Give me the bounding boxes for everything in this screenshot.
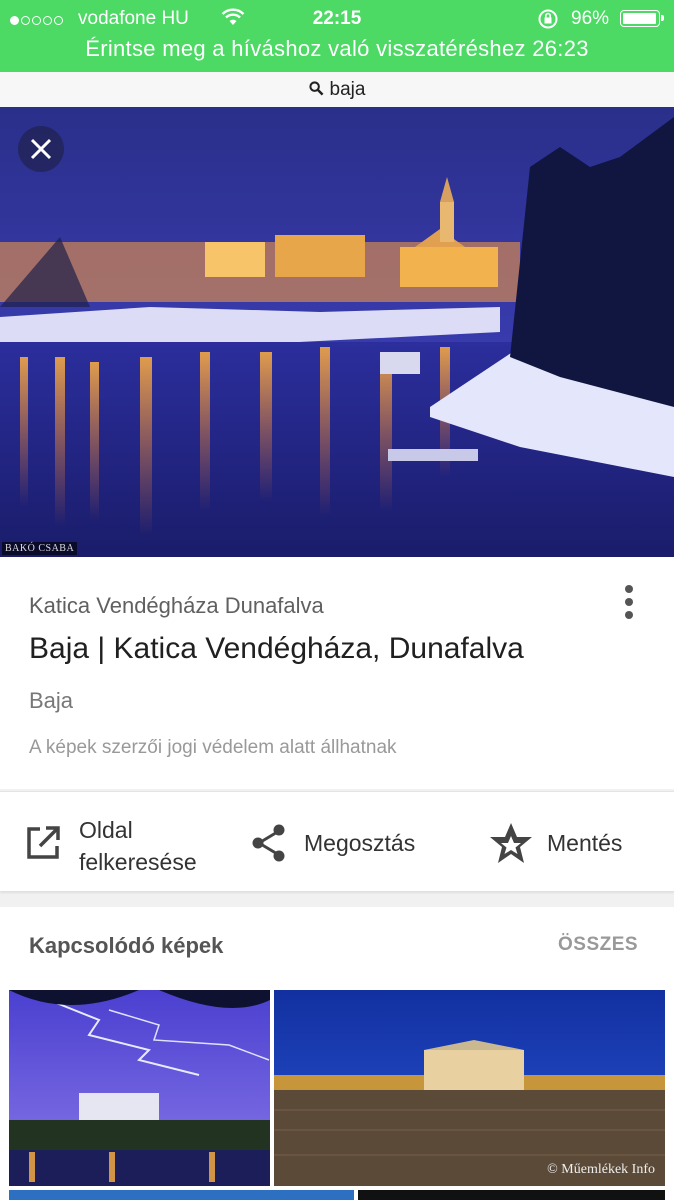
open-in-new-icon bbox=[27, 826, 60, 859]
share-label: Megosztás bbox=[304, 830, 416, 856]
result-title[interactable]: Baja | Katica Vendégháza, Dunafalva bbox=[29, 632, 524, 666]
return-to-call-banner[interactable]: Érintse meg a híváshoz való visszatérésh… bbox=[0, 36, 674, 62]
related-thumb-3[interactable] bbox=[9, 1190, 354, 1200]
related-thumb-lightning[interactable] bbox=[9, 990, 270, 1186]
search-query-bar[interactable]: baja bbox=[0, 72, 674, 107]
close-button[interactable] bbox=[18, 126, 64, 172]
more-options-button[interactable] bbox=[619, 585, 639, 625]
star-badge-icon bbox=[490, 823, 532, 863]
search-query-text: baja bbox=[329, 79, 366, 100]
save-button[interactable]: Mentés bbox=[488, 792, 668, 891]
more-vert-icon bbox=[619, 585, 639, 619]
night-river-photo bbox=[0, 107, 674, 557]
related-images-heading: Kapcsolódó képek bbox=[29, 933, 224, 958]
share-button[interactable]: Megosztás bbox=[250, 792, 450, 891]
status-bar: vodafone HU 22:15 96% Érintse meg a hívá… bbox=[0, 0, 674, 72]
battery-percentage: 96% bbox=[571, 8, 610, 29]
show-all-link[interactable]: ÖSSZES bbox=[558, 934, 638, 956]
related-thumb-square[interactable]: © Műemlékek Info bbox=[274, 990, 665, 1186]
hero-image[interactable]: BAKÓ CSABA bbox=[0, 107, 674, 557]
related-images-section: Kapcsolódó képek ÖSSZES © Műemlékek Info bbox=[0, 907, 674, 1200]
save-label: Mentés bbox=[547, 830, 623, 856]
visit-label-line1: Oldal bbox=[79, 817, 133, 843]
search-icon bbox=[308, 81, 323, 96]
related-thumb-4[interactable] bbox=[358, 1190, 665, 1200]
photo-credit: BAKÓ CSABA bbox=[2, 542, 78, 555]
result-domain: Baja bbox=[29, 688, 74, 713]
visit-page-button[interactable]: Oldal felkeresése bbox=[24, 792, 224, 891]
rotation-lock-icon bbox=[537, 8, 559, 35]
result-info-card: Katica Vendégháza Dunafalva Baja | Katic… bbox=[0, 557, 674, 789]
thumbnail-watermark: © Műemlékek Info bbox=[547, 1162, 655, 1177]
share-icon bbox=[252, 824, 285, 862]
result-source: Katica Vendégháza Dunafalva bbox=[29, 593, 324, 618]
visit-label-line2: felkeresése bbox=[79, 849, 197, 875]
battery-icon bbox=[620, 10, 664, 27]
close-icon bbox=[30, 138, 52, 160]
copyright-notice: A képek szerzői jogi védelem alatt állha… bbox=[29, 737, 397, 758]
action-bar: Oldal felkeresése Megosztás Mentés bbox=[0, 791, 674, 891]
